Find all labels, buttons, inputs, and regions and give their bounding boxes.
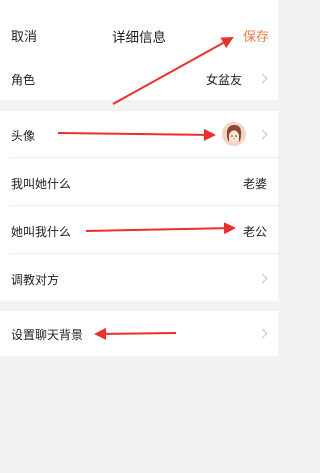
role-row[interactable]: 角色 女盆友 <box>0 57 278 100</box>
girl-avatar-icon[interactable] <box>222 122 246 146</box>
save-button[interactable]: 保存 <box>243 26 269 45</box>
she-calls-me-row[interactable]: 她叫我什么 老公 <box>0 206 278 253</box>
page-title: 详细信息 <box>112 30 166 46</box>
she-calls-me-value: 老公 <box>242 225 267 239</box>
profile-group: 头像 我叫她什么 老婆 她叫我什么 老公 调教对方 <box>0 111 278 301</box>
train-label: 调教对方 <box>11 273 60 287</box>
role-label: 角色 <box>11 73 36 87</box>
i-call-her-value: 老婆 <box>242 177 267 191</box>
i-call-her-row[interactable]: 我叫她什么 老婆 <box>0 158 278 205</box>
chevron-right-icon <box>257 328 268 339</box>
chevron-right-icon <box>257 129 268 140</box>
train-row[interactable]: 调教对方 <box>0 254 278 301</box>
avatar-row[interactable]: 头像 <box>0 111 278 157</box>
i-call-her-label: 我叫她什么 <box>11 177 72 191</box>
chevron-right-icon <box>257 273 268 284</box>
chat-background-row[interactable]: 设置聊天背景 <box>0 311 278 356</box>
avatar-label: 头像 <box>11 129 36 143</box>
chat-background-label: 设置聊天背景 <box>11 328 84 342</box>
she-calls-me-label: 她叫我什么 <box>11 225 72 239</box>
role-value: 女盆友 <box>205 73 242 87</box>
chevron-right-icon <box>257 73 268 84</box>
